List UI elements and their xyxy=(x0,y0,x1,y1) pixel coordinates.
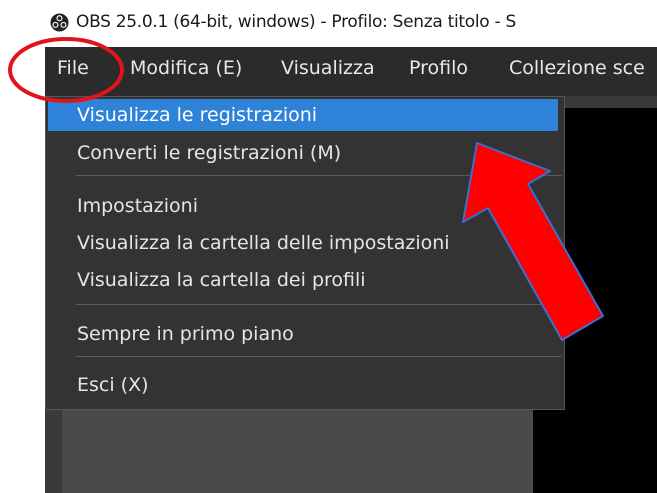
obs-logo-icon xyxy=(50,13,69,32)
menu-item-cartella-profili[interactable]: Visualizza la cartella dei profili xyxy=(48,264,558,296)
menu-item-sempre-in-primo-piano[interactable]: Sempre in primo piano xyxy=(48,318,558,350)
menu-item-impostazioni[interactable]: Impostazioni xyxy=(48,190,558,222)
menu-bar: File Modifica (E) Visualizza Profilo Col… xyxy=(45,47,657,96)
menu-separator xyxy=(76,175,562,176)
menu-file[interactable]: File xyxy=(57,57,89,79)
menu-item-esci[interactable]: Esci (X) xyxy=(48,369,558,401)
menu-visualizza[interactable]: Visualizza xyxy=(281,57,375,79)
menu-item-converti-registrazioni[interactable]: Converti le registrazioni (M) xyxy=(48,137,558,169)
title-bar: OBS 25.0.1 (64-bit, windows) - Profilo: … xyxy=(0,0,657,47)
menu-profilo[interactable]: Profilo xyxy=(409,57,468,79)
menu-item-cartella-impostazioni[interactable]: Visualizza la cartella delle impostazion… xyxy=(48,227,558,259)
scenes-panel xyxy=(62,410,533,493)
menu-collezione-scene[interactable]: Collezione sce xyxy=(509,57,645,79)
menu-modifica[interactable]: Modifica (E) xyxy=(130,57,242,79)
window-title: OBS 25.0.1 (64-bit, windows) - Profilo: … xyxy=(76,12,516,32)
file-dropdown-menu: Visualizza le registrazioni Converti le … xyxy=(45,96,565,410)
menu-item-visualizza-registrazioni[interactable]: Visualizza le registrazioni xyxy=(48,99,558,131)
menu-separator xyxy=(76,304,562,305)
menu-separator xyxy=(76,356,562,357)
